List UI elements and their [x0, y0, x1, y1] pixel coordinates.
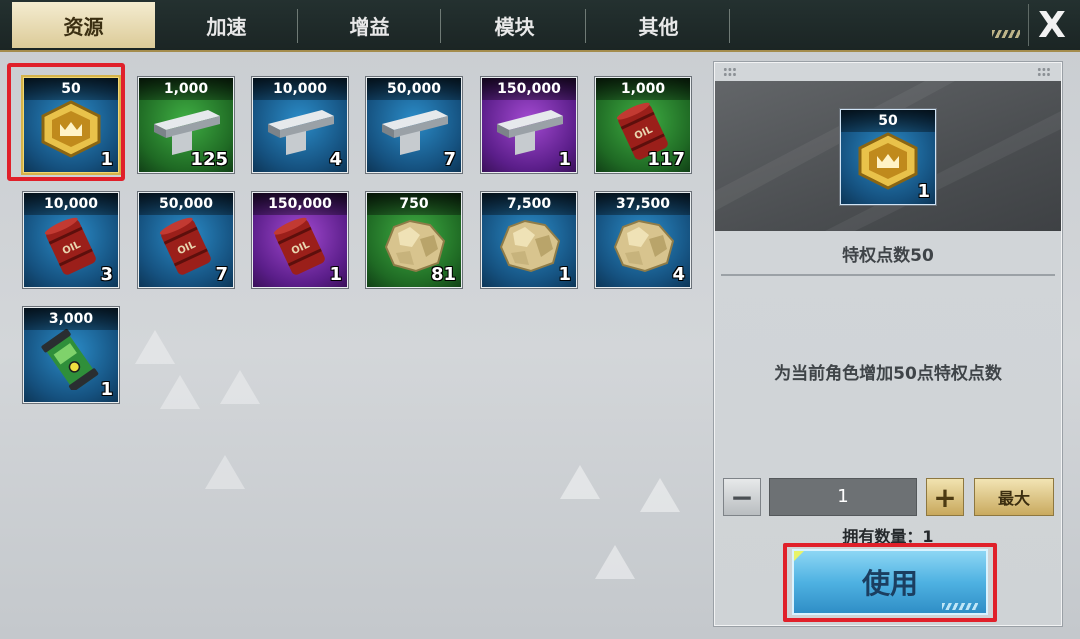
item-ore-750[interactable]: 750 81: [366, 192, 462, 288]
item-amount: 50,000: [367, 78, 461, 100]
background-triangle: [640, 478, 680, 512]
close-button[interactable]: X: [1028, 4, 1075, 46]
item-count: 81: [430, 264, 456, 285]
oil-barrel-icon: OIL: [44, 217, 96, 275]
background-triangle: [220, 370, 260, 404]
background-triangle: [160, 375, 200, 409]
background-triangle: [595, 545, 635, 579]
item-amount: 1,000: [596, 78, 690, 100]
item-oil-10000[interactable]: OIL 10,000 3: [23, 192, 119, 288]
item-detail-panel: 50 1 特权点数50 为当前角色增加50点特权点数 − 1 + 最大 拥有数量…: [714, 62, 1062, 626]
steel-beam-icon: [268, 110, 334, 155]
item-ore-37500[interactable]: 37,500 4: [595, 192, 691, 288]
divider: [721, 274, 1055, 276]
item-description: 为当前角色增加50点特权点数: [774, 364, 1002, 384]
background-triangle: [135, 330, 175, 364]
tab-boost[interactable]: 增益: [298, 0, 441, 50]
tab-resources[interactable]: 资源: [12, 2, 155, 48]
selection-highlight: [7, 63, 125, 181]
panel-grip-dots: [1037, 67, 1051, 77]
item-amount: 10,000: [24, 193, 118, 215]
item-amount: 150,000: [253, 193, 347, 215]
tab-modules[interactable]: 模块: [443, 0, 586, 50]
item-count: 125: [190, 149, 228, 170]
item-amount: 1,000: [139, 78, 233, 100]
background-triangle: [560, 465, 600, 499]
preview-amount: 50: [841, 110, 935, 132]
quantity-input[interactable]: 1: [769, 478, 917, 516]
max-quantity-button[interactable]: 最大: [974, 478, 1054, 516]
steel-beam-icon: [382, 110, 448, 155]
item-oil-150000[interactable]: OIL 150,000 1: [252, 192, 348, 288]
tab-other[interactable]: 其他: [587, 0, 730, 50]
item-amount: 37,500: [596, 193, 690, 215]
item-steel-50000[interactable]: 50,000 7: [366, 77, 462, 173]
item-amount: 150,000: [482, 78, 576, 100]
item-amount: 750: [367, 193, 461, 215]
decrease-quantity-button[interactable]: −: [723, 478, 761, 516]
decorative-stripes: [992, 30, 1020, 38]
item-count: 117: [647, 149, 685, 170]
use-button-corner-accent: [794, 551, 804, 561]
ore-rock-icon: [499, 219, 561, 273]
crown-badge-icon: [858, 132, 918, 190]
item-steel-10000[interactable]: 10,000 4: [252, 77, 348, 173]
item-amount: 50,000: [139, 193, 233, 215]
preview-item: 50 1: [840, 109, 936, 205]
item-amount: 10,000: [253, 78, 347, 100]
ore-rock-icon: [613, 219, 675, 273]
item-amount: 7,500: [482, 193, 576, 215]
item-count: 1: [558, 149, 571, 170]
tab-bar: 资源 加速 增益 模块 其他 X: [0, 0, 1080, 52]
item-count: 1: [558, 264, 571, 285]
item-steel-1000[interactable]: 1,000 125: [138, 77, 234, 173]
item-amount: 3,000: [24, 308, 118, 330]
preview-count: 1: [917, 181, 930, 202]
use-button-stripes: [942, 603, 978, 610]
item-ore-7500[interactable]: 7,500 1: [481, 192, 577, 288]
steel-beam-icon: [497, 110, 563, 155]
item-count: 7: [443, 149, 456, 170]
item-count: 3: [100, 264, 113, 285]
item-count: 1: [100, 379, 113, 400]
item-count: 1: [329, 264, 342, 285]
increase-quantity-button[interactable]: +: [926, 478, 964, 516]
item-count: 4: [329, 149, 342, 170]
item-oil-1000[interactable]: OIL 1,000 117: [595, 77, 691, 173]
panel-grip-dots: [723, 67, 737, 77]
background-triangle: [205, 455, 245, 489]
tab-speedup[interactable]: 加速: [155, 0, 298, 50]
item-steel-150000[interactable]: 150,000 1: [481, 77, 577, 173]
oil-barrel-icon: OIL: [159, 217, 211, 275]
item-count: 4: [672, 264, 685, 285]
item-name: 特权点数50: [842, 246, 934, 266]
preview-area: 50 1: [715, 81, 1061, 231]
uranium-canister-icon: [41, 329, 99, 390]
item-count: 7: [215, 264, 228, 285]
oil-barrel-icon: OIL: [273, 217, 325, 275]
item-uranium-3000[interactable]: 3,000 1: [23, 307, 119, 403]
item-oil-50000[interactable]: OIL 50,000 7: [138, 192, 234, 288]
